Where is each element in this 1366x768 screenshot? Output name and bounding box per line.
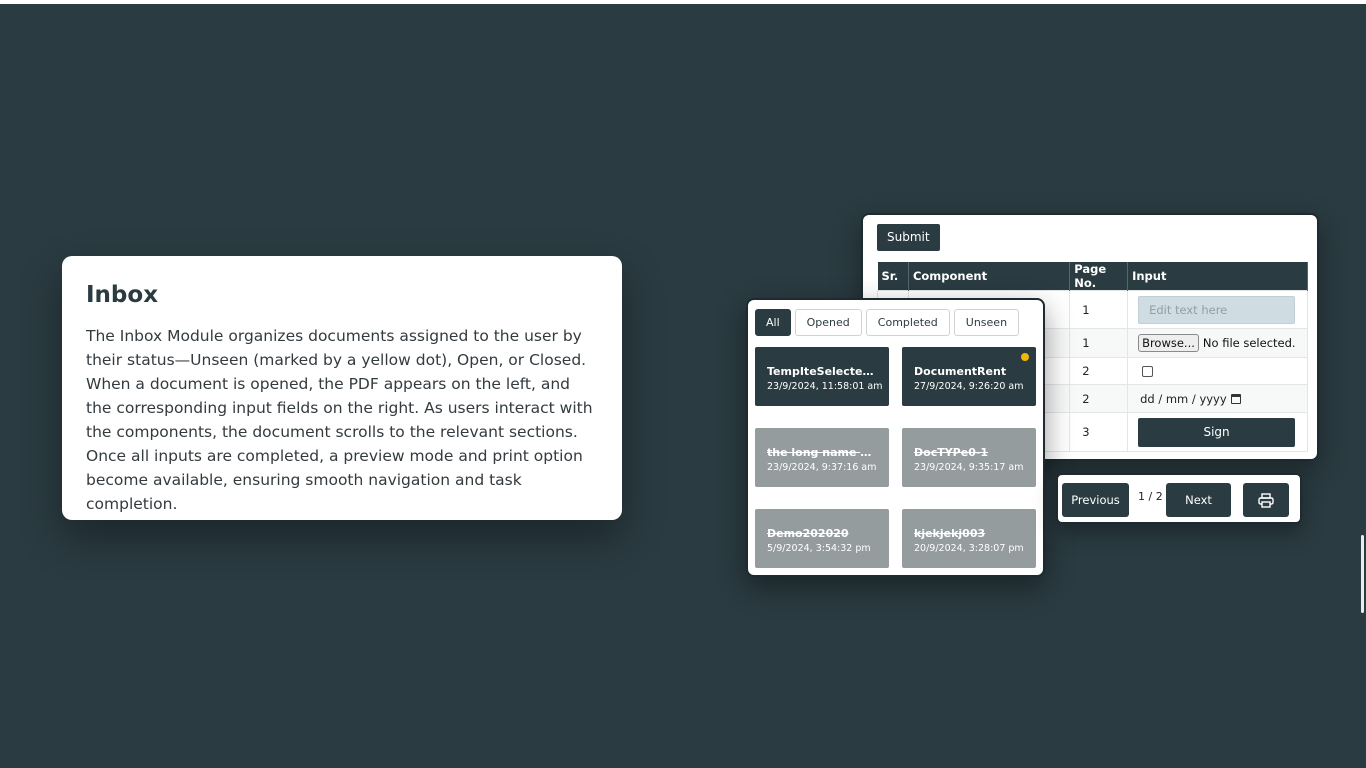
document-date: 23/9/2024, 9:35:17 am [914,462,1024,473]
file-input[interactable]: Browse... No file selected. [1138,334,1303,352]
document-name: TempIteSelected Doc [767,365,877,378]
document-name: Demo202020 [767,527,849,540]
page-number: 1 [1069,290,1129,329]
document-date: 5/9/2024, 3:54:32 pm [767,543,871,554]
document-date: 20/9/2024, 3:28:07 pm [914,543,1024,554]
document-grid: TempIteSelected Doc 23/9/2024, 11:58:01 … [755,347,1036,568]
page-indicator: 1 / 2 [1138,490,1163,503]
page-number: 3 [1069,412,1129,452]
page-scrollbar[interactable] [1361,535,1364,613]
printer-icon [1258,492,1274,508]
top-border [0,0,1366,4]
tab-all[interactable]: All [755,309,791,336]
document-name: DocTYPe0-1 [914,446,989,459]
document-card[interactable]: the long name with some extra text 23/9/… [755,428,889,487]
inbox-list-panel: All Opened Completed Unseen TempIteSelec… [746,298,1045,577]
header-component: Component [908,262,1071,291]
page-number: 2 [1069,384,1129,413]
print-button[interactable] [1243,483,1289,517]
pagination-panel: Previous 1 / 2 Next [1056,473,1302,524]
calendar-icon[interactable] [1230,393,1241,404]
document-card[interactable]: TempIteSelected Doc 23/9/2024, 11:58:01 … [755,347,889,406]
date-placeholder: dd / mm / yyyy [1140,391,1227,406]
filter-tabs: All Opened Completed Unseen [755,309,1020,336]
submit-button[interactable]: Submit [877,224,940,251]
document-name: DocumentRent [914,365,1007,378]
tab-completed[interactable]: Completed [865,309,950,336]
browse-button[interactable]: Browse... [1138,334,1199,352]
header-page-no: Page No. [1069,262,1129,291]
info-title: Inbox [86,282,159,308]
info-description: The Inbox Module organizes documents ass… [86,327,593,513]
checkbox-input[interactable] [1142,365,1154,377]
document-date: 23/9/2024, 11:58:01 am [767,381,883,392]
page-number: 2 [1069,357,1129,385]
document-name: the long name with some extra text [767,446,877,459]
text-input[interactable]: Edit text here [1138,295,1296,324]
page-number: 1 [1069,328,1129,358]
unseen-dot-icon [1021,353,1029,361]
date-input[interactable]: dd / mm / yyyy [1140,392,1303,406]
tab-opened[interactable]: Opened [794,309,862,336]
document-card[interactable]: Demo202020 5/9/2024, 3:54:32 pm [755,509,889,568]
inbox-info-card: Inbox The Inbox Module organizes documen… [62,256,622,520]
file-status: No file selected. [1202,336,1296,350]
document-name: kjekjekj003 [914,527,986,540]
header-sr: Sr. [877,262,909,291]
next-button[interactable]: Next [1166,483,1231,517]
header-input: Input [1127,262,1308,291]
document-date: 23/9/2024, 9:37:16 am [767,462,877,473]
document-card[interactable]: DocumentRent 27/9/2024, 9:26:20 am [902,347,1036,406]
previous-button[interactable]: Previous [1062,483,1129,517]
document-card[interactable]: DocTYPe0-1 23/9/2024, 9:35:17 am [902,428,1036,487]
document-date: 27/9/2024, 9:26:20 am [914,381,1024,392]
tab-unseen[interactable]: Unseen [953,309,1020,336]
sign-button[interactable]: Sign [1138,417,1296,447]
document-card[interactable]: kjekjekj003 20/9/2024, 3:28:07 pm [902,509,1036,568]
